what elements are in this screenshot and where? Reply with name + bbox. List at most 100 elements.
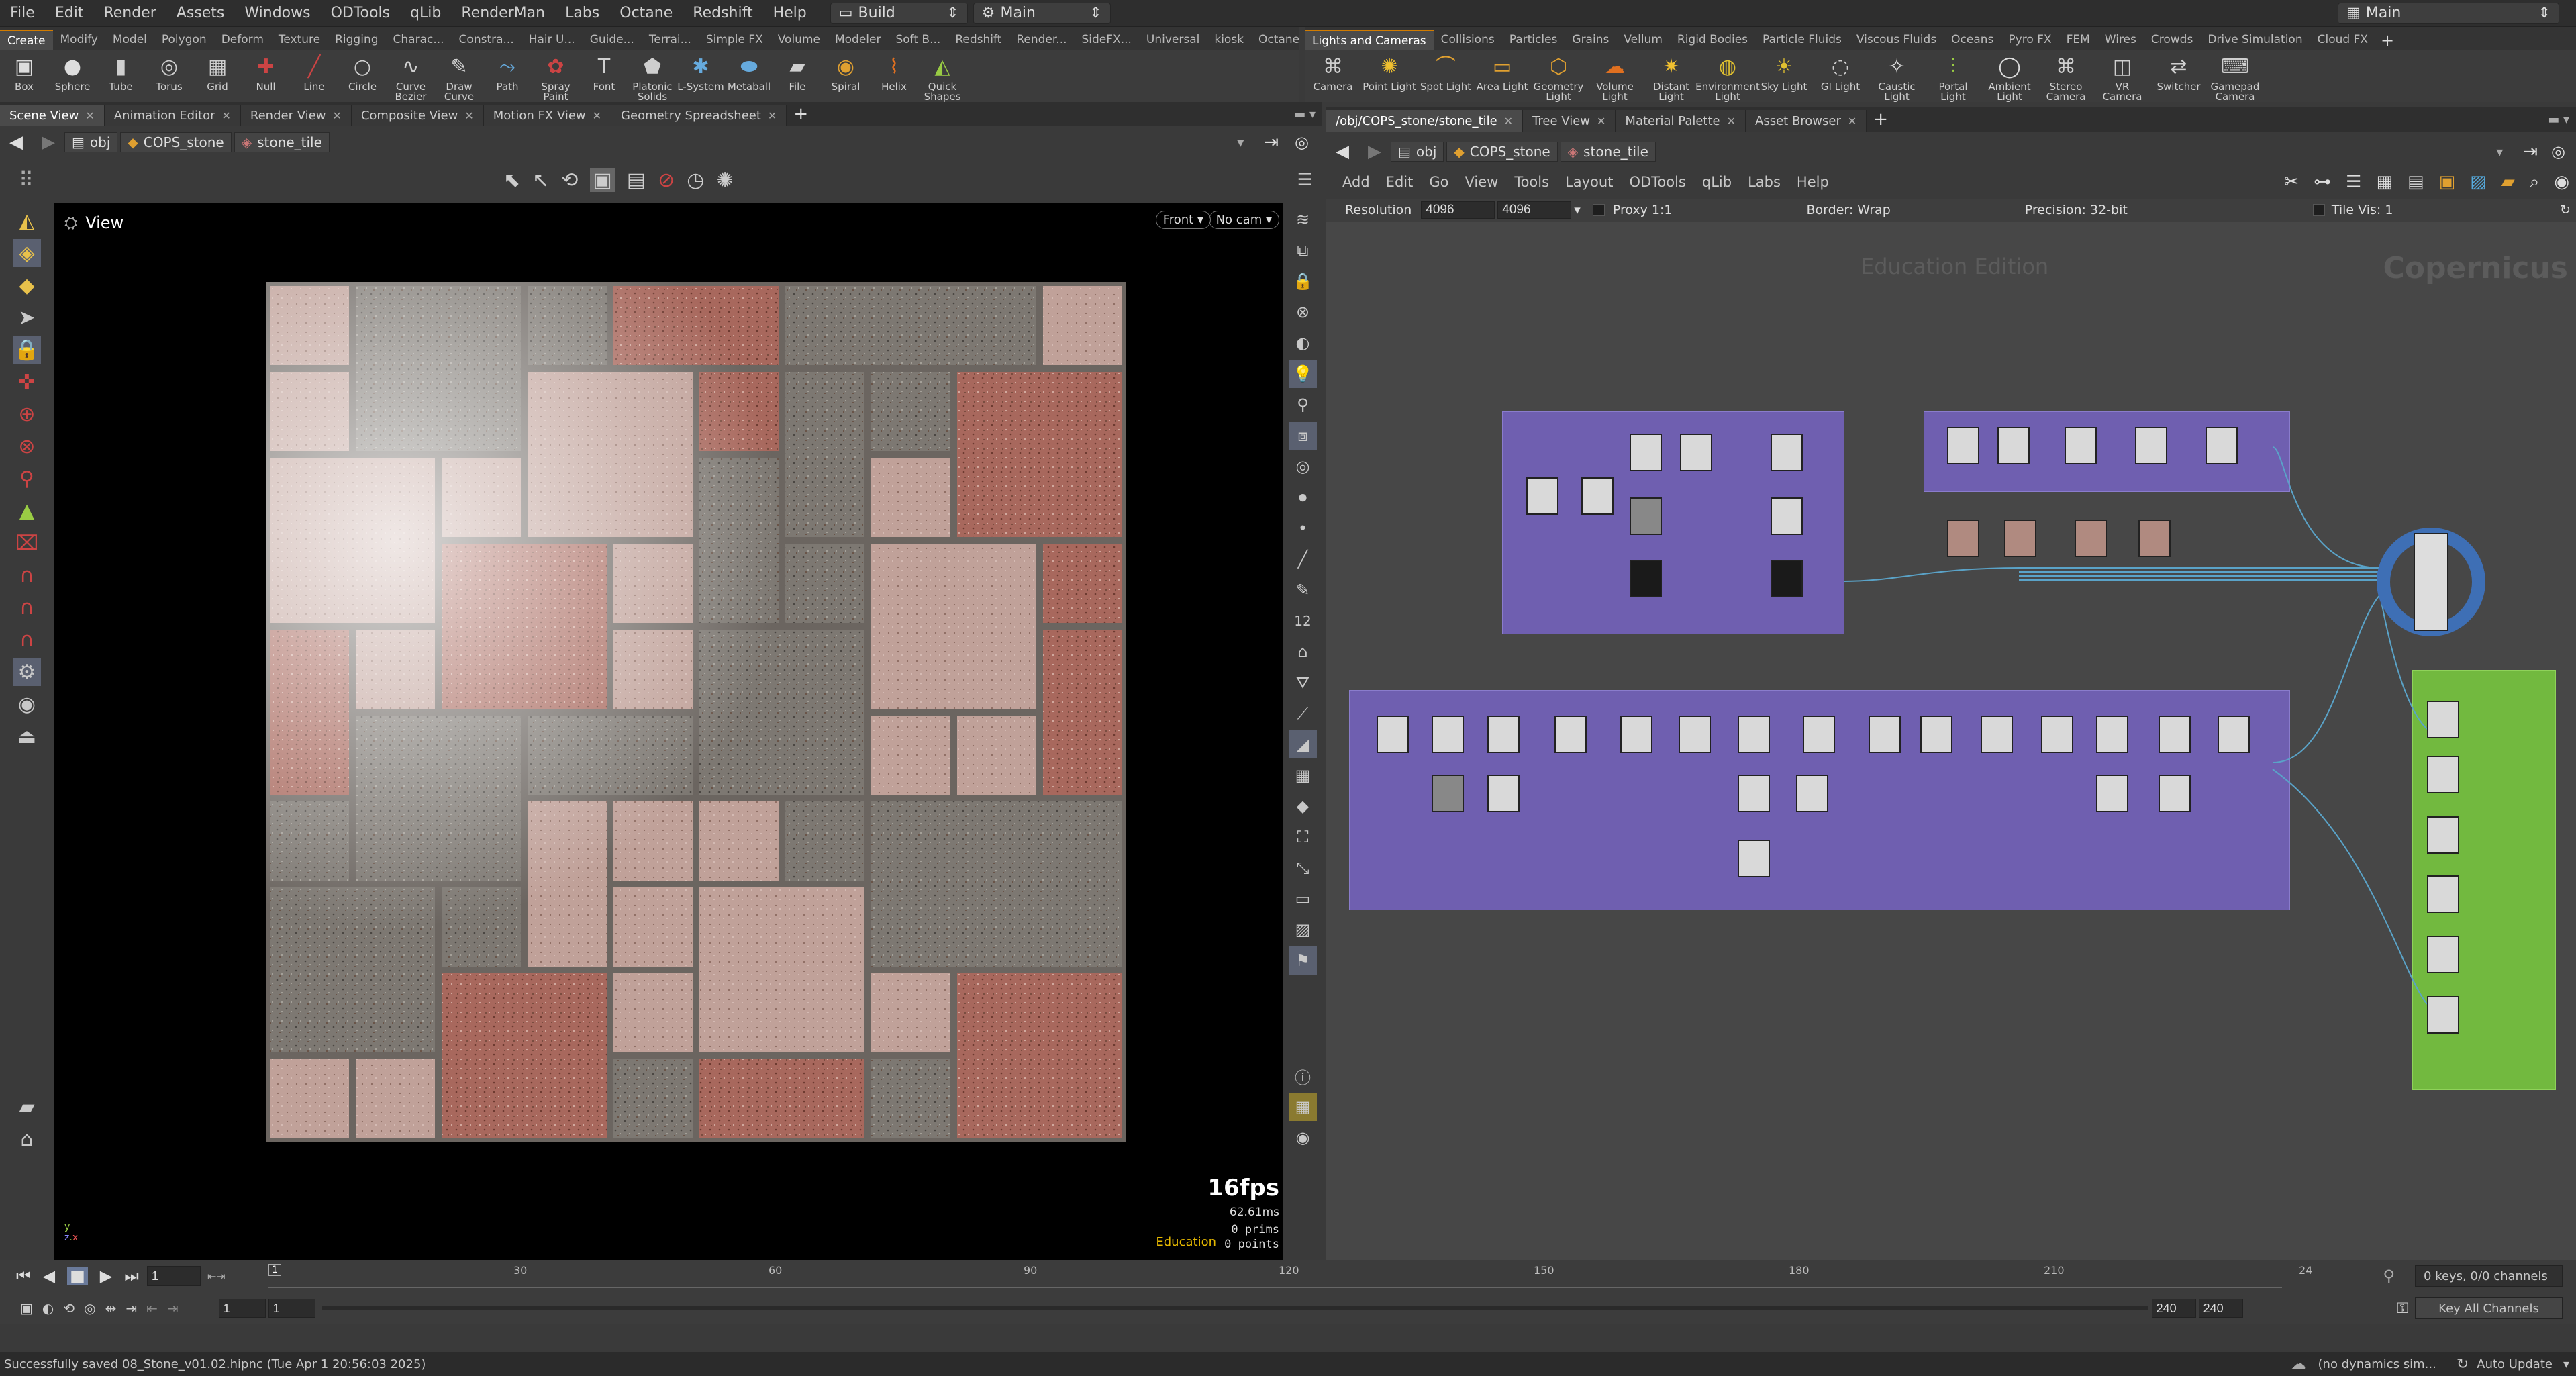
- tool-area-light[interactable]: ▭ Area Light: [1474, 50, 1530, 92]
- prev-key-icon[interactable]: ⇤: [146, 1300, 158, 1316]
- target-icon[interactable]: ◉: [13, 690, 41, 718]
- workspace-dropdown[interactable]: ⚙ Main ⇕: [973, 2, 1111, 24]
- graph-node[interactable]: [1947, 427, 1979, 464]
- tool-volume-light[interactable]: ☁ Volume Light: [1587, 50, 1643, 102]
- graph-node[interactable]: [1554, 716, 1587, 753]
- graph-node[interactable]: [1738, 716, 1770, 753]
- shelf-tab[interactable]: Texture: [271, 30, 328, 50]
- close-icon[interactable]: ✕: [1727, 115, 1736, 128]
- chevron-down-icon[interactable]: ▾: [2563, 1357, 2569, 1371]
- tool-distant-light[interactable]: ✷ Distant Light: [1643, 50, 1699, 102]
- lock-view-icon[interactable]: 🔒: [1289, 267, 1317, 295]
- diamond-icon[interactable]: ◆: [1289, 792, 1317, 820]
- tool-stereo-camera[interactable]: ⌘ Stereo Camera: [2038, 50, 2094, 102]
- pane-tab[interactable]: Composite View ✕: [351, 105, 484, 126]
- shelf-tab[interactable]: Lights and Cameras: [1305, 30, 1434, 50]
- graph-node[interactable]: [2004, 520, 2036, 557]
- timeline-track[interactable]: 1 30 60 90 120 150 180 210 24: [268, 1264, 2312, 1288]
- cloud-icon[interactable]: ☁: [2291, 1356, 2306, 1373]
- shelf-tab[interactable]: Universal: [1139, 30, 1207, 50]
- shelf-tab[interactable]: Crowds: [2144, 30, 2200, 50]
- close-icon[interactable]: ✕: [1597, 115, 1605, 128]
- numbers-icon[interactable]: 12: [1289, 607, 1317, 635]
- sim-icon[interactable]: ◎: [84, 1300, 95, 1316]
- pin-icon[interactable]: ⚑: [1289, 946, 1317, 975]
- graph-node[interactable]: [2075, 520, 2107, 557]
- eye-toggle-icon[interactable]: ◉: [1289, 1124, 1317, 1152]
- stop-icon[interactable]: ■: [67, 1267, 88, 1285]
- handle-icon[interactable]: ✜: [13, 368, 41, 396]
- graph-node[interactable]: [1803, 716, 1835, 753]
- pointer-icon[interactable]: ➤: [13, 303, 41, 332]
- snap-icon[interactable]: ⚙: [13, 658, 41, 686]
- close-icon[interactable]: ✕: [593, 109, 601, 122]
- menu-item-labs[interactable]: Labs: [555, 5, 609, 21]
- pane-tab[interactable]: Scene View ✕: [0, 105, 105, 126]
- select-tool-icon[interactable]: ◭: [13, 207, 41, 235]
- checker-icon[interactable]: ▦: [1289, 761, 1317, 789]
- realtime-icon[interactable]: ▣: [20, 1300, 33, 1316]
- graph-node[interactable]: [1526, 477, 1558, 515]
- back-arrow-icon[interactable]: ◀: [1326, 142, 1358, 162]
- frame-icon[interactable]: ⛶: [1289, 823, 1317, 851]
- graph-node[interactable]: [1432, 775, 1464, 812]
- tool-torus[interactable]: ◎ Torus: [145, 50, 193, 92]
- shelf-tab[interactable]: Modeler: [828, 30, 889, 50]
- uv-icon[interactable]: ◢: [1289, 730, 1317, 758]
- vector-icon[interactable]: ⤡: [1289, 854, 1317, 882]
- go-start-icon[interactable]: ⏮: [16, 1267, 31, 1285]
- graph-node[interactable]: [2159, 716, 2191, 753]
- shelf-tab[interactable]: Octane: [1251, 30, 1307, 50]
- shelf-tab[interactable]: Modify: [53, 30, 105, 50]
- audio-icon[interactable]: ◐: [42, 1300, 54, 1316]
- graph-node[interactable]: [1869, 716, 1901, 753]
- step-icon[interactable]: ⇤⇥: [207, 1270, 226, 1283]
- view-tool-icon[interactable]: ▣: [590, 168, 615, 192]
- shelf-tab[interactable]: Render...: [1009, 30, 1074, 50]
- magnet3-icon[interactable]: ∩: [13, 626, 41, 654]
- graph-node[interactable]: [1738, 840, 1770, 877]
- tool-point-light[interactable]: ✺ Point Light: [1361, 50, 1418, 92]
- graph-node[interactable]: [1738, 775, 1770, 812]
- graph-node[interactable]: [1796, 775, 1828, 812]
- graph-node[interactable]: [2206, 427, 2238, 464]
- pen-icon[interactable]: ✎: [1289, 576, 1317, 604]
- path-crumb-tile[interactable]: ◈ stone_tile: [1560, 142, 1656, 162]
- graph-node[interactable]: [2159, 775, 2191, 812]
- dolly-icon[interactable]: ⌧: [13, 529, 41, 557]
- graph-node[interactable]: [1679, 716, 1711, 753]
- menu-item-help[interactable]: Help: [763, 5, 817, 21]
- info-icon[interactable]: ⓘ: [1289, 1062, 1317, 1090]
- back-arrow-icon[interactable]: ◀: [0, 132, 32, 152]
- cone-icon[interactable]: ⏏: [13, 722, 41, 750]
- tool-ambient-light[interactable]: ◯ Ambient Light: [1981, 50, 2038, 102]
- camera-view-icon[interactable]: ⧈: [1289, 422, 1317, 450]
- tool-path[interactable]: ⤳ Path: [483, 50, 532, 92]
- step-back-icon[interactable]: ◀: [43, 1267, 55, 1285]
- tool-file[interactable]: ▰ File: [773, 50, 822, 92]
- tree-icon[interactable]: ▲: [13, 497, 41, 525]
- desktop-dropdown[interactable]: ▭ Build ⇕: [830, 2, 968, 24]
- graph-node[interactable]: [2218, 716, 2250, 753]
- graph-node[interactable]: [2135, 427, 2167, 464]
- network-editor[interactable]: Add Edit Go View Tools Layout ODTools qLib Labs H…: [1326, 165, 2576, 1260]
- record-icon[interactable]: ⊘: [658, 168, 675, 192]
- ghost-icon[interactable]: ⧉: [1289, 236, 1317, 264]
- graph-node[interactable]: [1771, 560, 1803, 597]
- shelf-tab[interactable]: Volume: [771, 30, 828, 50]
- go-end-icon[interactable]: ⏭: [124, 1267, 139, 1285]
- graph-node[interactable]: [2427, 996, 2459, 1034]
- tool-line[interactable]: ╱ Line: [290, 50, 338, 92]
- handle-icon[interactable]: ⟲: [561, 168, 578, 192]
- path-dropdown-icon[interactable]: ▾: [2496, 144, 2503, 160]
- front-view-button[interactable]: Front ▾: [1155, 211, 1211, 229]
- auto-update-button[interactable]: Auto Update: [2477, 1357, 2553, 1371]
- pane-tab[interactable]: Motion FX View ✕: [483, 105, 612, 126]
- add-shelf-icon[interactable]: +: [2381, 31, 2394, 50]
- graph-node[interactable]: [1581, 477, 1614, 515]
- shelf-tab[interactable]: Collisions: [1434, 30, 1502, 50]
- tool-vr-camera[interactable]: ◫ VR Camera: [2094, 50, 2150, 102]
- menu-item-file[interactable]: File: [0, 5, 45, 21]
- path-dropdown-icon[interactable]: ▾: [1237, 134, 1244, 150]
- path-crumb-cops[interactable]: ◆ COPS_stone: [1446, 142, 1558, 162]
